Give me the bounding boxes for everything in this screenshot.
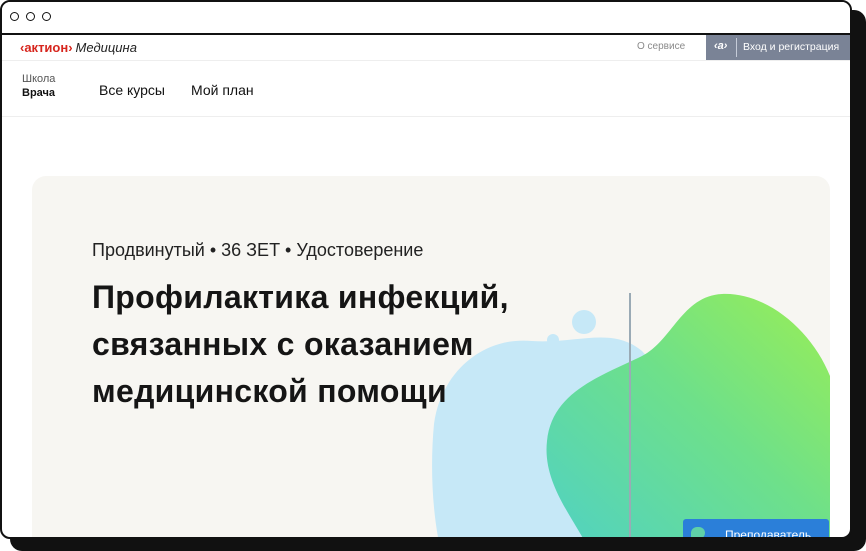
window-titlebar [2, 2, 850, 35]
course-meta: Продвинутый • 36 ЗЕТ • Удостоверение [92, 240, 424, 260]
course-title: Профилактика инфекций, связанных с оказа… [92, 279, 509, 409]
brand-name: ‹актион› [20, 40, 73, 55]
login-bar[interactable]: ‹а› Вход и регистрация [706, 35, 850, 60]
window-close-dot[interactable] [10, 12, 19, 21]
brand-subtitle: Медицина [75, 40, 137, 55]
school-logo-line2: Врача [22, 87, 56, 99]
brand-logo[interactable]: ‹актион› Медицина [20, 40, 137, 55]
login-register-link[interactable]: Вход и регистрация [743, 41, 839, 53]
site-topbar: ‹актион› Медицина О сервисе ‹а› Вход и ре… [2, 35, 850, 61]
school-logo-line1: Школа [22, 73, 56, 85]
login-divider [736, 38, 737, 57]
window-minimize-dot[interactable] [26, 12, 35, 21]
browser-window: ‹актион› Медицина О сервисе ‹а› Вход и ре… [0, 0, 852, 539]
nav-all-courses[interactable]: Все курсы [99, 82, 165, 98]
about-service-link[interactable]: О сервисе [637, 41, 685, 52]
window-maximize-dot[interactable] [42, 12, 51, 21]
chat-bubble-icon [691, 527, 705, 537]
teacher-button[interactable]: Преподаватель [683, 519, 829, 539]
school-logo[interactable]: Школа Врача [22, 72, 55, 100]
account-logo-icon: ‹а› [714, 40, 728, 52]
teacher-button-label: Преподаватель [725, 528, 812, 539]
main-nav: Школа Врача Все курсы Мой план [2, 61, 850, 117]
nav-my-plan[interactable]: Мой план [191, 82, 254, 98]
bubble-large [572, 310, 596, 334]
course-hero: Продвинутый • 36 ЗЕТ • Удостоверение Про… [32, 176, 830, 539]
